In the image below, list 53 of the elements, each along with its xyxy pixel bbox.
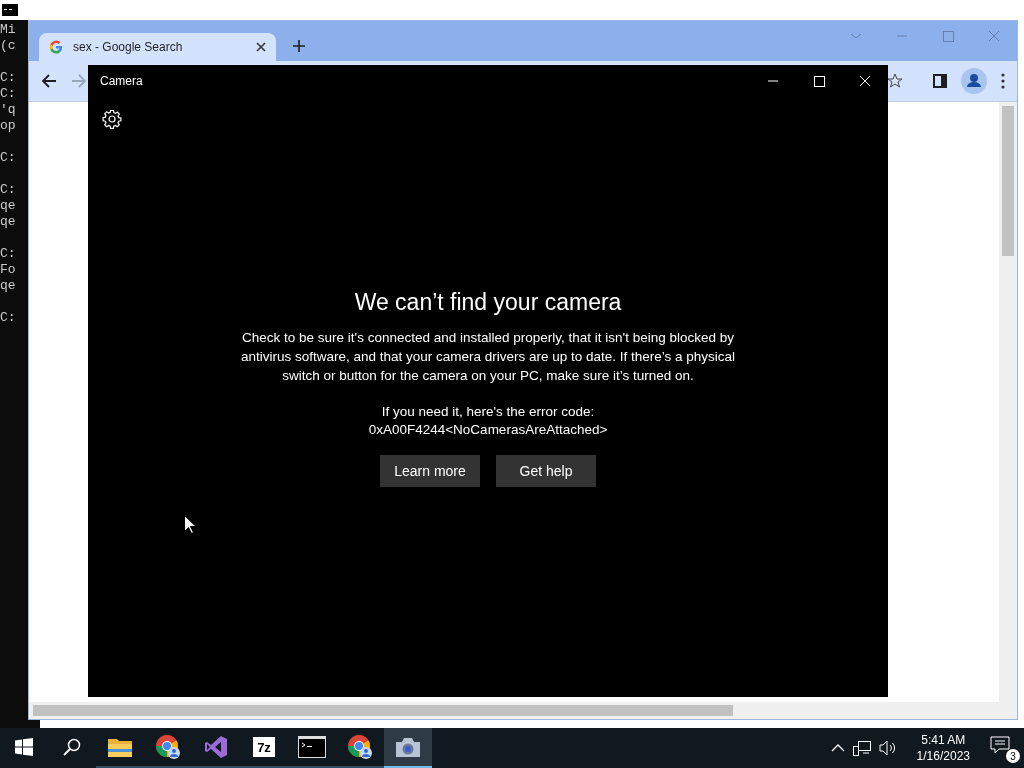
taskbar-button[interactable]: 7z <box>240 728 288 768</box>
horizontal-scrollbar[interactable] <box>29 702 1017 719</box>
settings-icon[interactable] <box>102 109 122 129</box>
volume-icon[interactable] <box>878 740 897 756</box>
clock-date[interactable]: 1/16/2023 <box>916 748 970 764</box>
close-icon[interactable] <box>256 42 266 52</box>
windows-icon[interactable] <box>15 738 33 756</box>
console-text: C: <box>0 182 17 198</box>
google-icon <box>49 40 63 54</box>
console-text: Fo <box>0 262 17 278</box>
star-icon[interactable] <box>887 73 903 89</box>
notification-count: 3 <box>1006 749 1020 763</box>
tab-title: sex - Google Search <box>73 40 184 54</box>
window-title: Camera <box>100 74 144 88</box>
visual-studio-icon[interactable] <box>204 735 228 759</box>
console-text: qe <box>0 214 17 230</box>
vertical-scrollbar[interactable] <box>999 102 1017 702</box>
archive-icon[interactable]: 7z <box>253 737 275 757</box>
chevron-up-icon[interactable] <box>830 744 845 752</box>
browser-tab[interactable]: sex - Google Search <box>39 33 276 61</box>
side-panel-icon[interactable] <box>933 74 947 88</box>
search-icon[interactable] <box>63 738 81 756</box>
back-arrow-icon[interactable] <box>41 73 57 89</box>
error-code: 0xA00F4244<NoCamerasAreAttached> <box>368 421 608 439</box>
profile-icon[interactable] <box>961 68 987 94</box>
console-text: C: <box>0 86 17 102</box>
new-tab-icon[interactable] <box>292 39 306 53</box>
console-text: qe <box>0 198 17 214</box>
console-text: 'q <box>0 102 17 118</box>
menu-icon[interactable] <box>1001 73 1005 89</box>
console-text: Mi <box>0 22 17 38</box>
error-heading: We can’t find your camera <box>354 289 622 316</box>
terminal-icon[interactable] <box>298 736 326 758</box>
network-icon[interactable] <box>852 740 871 756</box>
console-text: op <box>0 118 17 134</box>
learn-more-button[interactable]: Learn more <box>380 455 480 487</box>
taskbar-button[interactable] <box>384 728 432 768</box>
help-button[interactable]: Get help <box>496 455 596 487</box>
camera-icon[interactable] <box>395 737 421 757</box>
chrome-icon[interactable] <box>347 734 373 760</box>
console-text: C: <box>0 150 17 166</box>
console-text: C: <box>0 70 17 86</box>
error-code-label: If you need it, here's the error code: <box>380 403 596 421</box>
clock-time[interactable]: 5:41 AM <box>921 732 966 748</box>
console-text: C: <box>0 310 17 326</box>
console-text: C: <box>0 246 17 262</box>
console-text: (c <box>0 38 17 54</box>
folder-icon[interactable] <box>108 737 132 757</box>
error-message: Check to be sure it's connected and installed properly, that it isn't being blocked by antivirus software, and that your camera drivers are up to date. If there’s a physical switch or button for the camera on your PC, make sure it’s turned on. <box>239 329 737 385</box>
console-text: qe <box>0 278 17 294</box>
notification-icon[interactable] <box>990 736 1010 754</box>
mouse-cursor-icon <box>184 515 196 534</box>
chrome-icon[interactable] <box>155 734 181 760</box>
